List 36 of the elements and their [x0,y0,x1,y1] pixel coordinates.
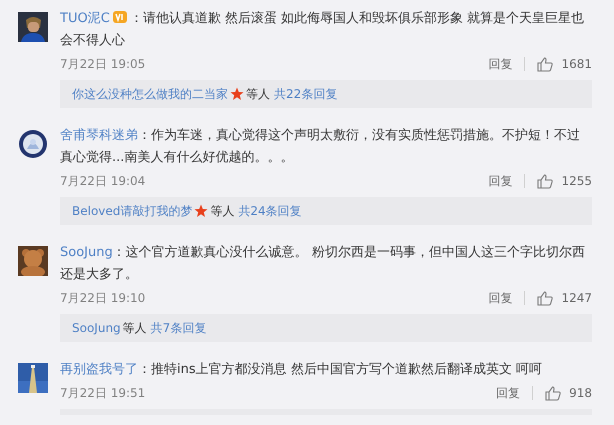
thumbs-up-icon[interactable] [537,290,554,306]
reply-count-link[interactable]: 共22条回复 [274,85,338,103]
username-link[interactable]: 再别盗我号了 [60,362,138,377]
like-count: 1681 [561,56,592,73]
reply-users-suffix: 等人 [210,203,234,220]
comment-text: 舍甫琴科迷弟：作为车迷，真心觉得这个声明太敷衍，没有实质性惩罚措施。不护短！不过真心觉得...南美人有什么好优越的。。。 [60,127,581,167]
timestamp: 7月22日 19:05 [60,56,146,73]
reply-users-suffix: 等人 [122,320,147,337]
comment-text: TUO泥C ：请他认真道歉 然后滚蛋 如此侮辱国人和毁坏俱乐部形象 就算是个天皇巨星也会不得人心 [60,9,586,50]
timestamp: 7月22日 19:10 [60,290,146,307]
username-link[interactable]: SooJung [60,245,113,260]
reply-count-link[interactable]: 共24条回复 [238,202,302,220]
vip-badge-icon [112,10,128,24]
reply-link[interactable]: 回复 [488,172,512,190]
star-icon [194,204,208,218]
username-link[interactable]: Beloved请敲打我的梦 [72,202,192,220]
star-icon [230,87,244,101]
username-link[interactable]: TUO泥C [60,11,110,26]
timestamp: 7月22日 19:51 [60,385,146,402]
comment-text: 再别盗我号了：推特ins上官方都没消息 然后中国官方写个道歉然后翻译成英文 呵呵 [60,361,543,379]
like-count: 1255 [561,173,592,190]
username-link[interactable]: SooJung [72,319,121,337]
like-count: 918 [569,385,592,402]
reply-link[interactable]: 回复 [488,289,512,307]
comment-text: SooJung：这个官方道歉真心没什么诚意。 粉切尔西是一码事，但中国人这三个字比切尔西还是大多了。 [60,244,586,284]
username-link[interactable]: 你这么没种怎么做我的二当家 [72,85,228,103]
like-count: 1247 [561,290,592,307]
thumbs-up-icon[interactable] [537,174,554,188]
timestamp: 7月22日 19:04 [60,173,146,190]
reply-link[interactable]: 回复 [496,384,520,402]
thumbs-up-icon[interactable] [545,386,562,400]
reply-users-suffix: 等人 [246,86,270,103]
reply-link[interactable]: 回复 [488,55,512,73]
reply-count-link[interactable]: 共7条回复 [150,319,206,337]
username-link[interactable]: 舍甫琴科迷弟 [60,128,138,143]
thumbs-up-icon[interactable] [537,56,554,72]
